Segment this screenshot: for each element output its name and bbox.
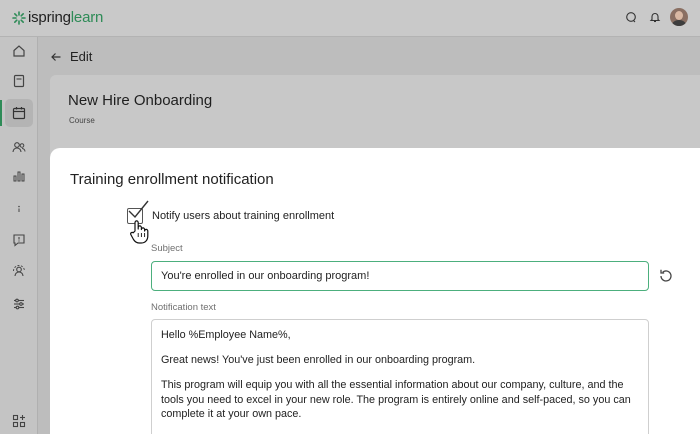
sidebar-item-users[interactable] [5, 133, 33, 161]
notification-text-area[interactable]: Hello %Employee Name%, Great news! You'v… [151, 319, 649, 434]
chat-button[interactable] [622, 8, 640, 26]
reset-icon[interactable] [658, 268, 674, 284]
book-icon [13, 74, 25, 88]
app-logo[interactable]: ispring learn [12, 9, 103, 26]
sidebar-item-feedback[interactable] [5, 226, 33, 254]
subject-label: Subject [151, 243, 183, 254]
top-bar: ispring learn [0, 0, 700, 37]
hand-cursor-icon [130, 220, 149, 244]
notification-panel: Training enrollment notification Notify … [50, 148, 700, 434]
info-icon [18, 205, 20, 212]
users-icon [12, 142, 26, 153]
logo-spark-icon [12, 10, 26, 25]
logo-word-learn: learn [70, 9, 104, 26]
notification-text-label: Notification text [151, 302, 216, 313]
text-paragraph-body: This program will equip you with all the… [161, 379, 631, 420]
feedback-icon [13, 234, 25, 247]
active-indicator [0, 100, 2, 126]
checkmark-icon [128, 200, 149, 219]
calendar-icon [12, 107, 26, 120]
notifications-button[interactable] [646, 8, 664, 26]
text-paragraph-news: Great news! You've just been enrolled in… [161, 354, 476, 366]
bar-chart-icon [13, 171, 25, 182]
sidebar [0, 37, 38, 434]
logo-word-ispring: ispring [28, 9, 71, 26]
sidebar-item-user-settings[interactable] [5, 257, 33, 285]
panel-title: Training enrollment notification [70, 171, 274, 188]
course-title: New Hire Onboarding [68, 92, 213, 109]
back-row: Edit [50, 49, 92, 64]
back-arrow-icon[interactable] [50, 51, 62, 63]
course-type: Course [69, 116, 95, 125]
chat-icon [626, 12, 636, 23]
page-title: Edit [70, 49, 93, 64]
sliders-icon [14, 298, 24, 310]
sidebar-item-reports[interactable] [5, 162, 33, 190]
add-apps-icon [12, 414, 26, 428]
sidebar-item-info[interactable] [5, 195, 33, 223]
home-icon [13, 45, 25, 57]
top-icons [622, 8, 688, 26]
subject-value: You're enrolled in our onboarding progra… [161, 270, 370, 282]
course-card: New Hire Onboarding Course [50, 75, 700, 155]
sidebar-item-add-apps[interactable] [5, 407, 33, 434]
sidebar-item-home[interactable] [5, 37, 33, 65]
subject-input[interactable]: You're enrolled in our onboarding progra… [151, 261, 649, 291]
notify-label[interactable]: Notify users about training enrollment [152, 210, 334, 222]
sidebar-item-library[interactable] [5, 67, 33, 95]
text-paragraph-greeting: Hello %Employee Name%, [161, 329, 291, 341]
bell-icon [649, 13, 661, 23]
sidebar-item-calendar[interactable] [5, 99, 33, 127]
user-avatar[interactable] [670, 8, 688, 26]
sidebar-item-settings[interactable] [5, 290, 33, 318]
user-settings-icon [13, 265, 25, 277]
